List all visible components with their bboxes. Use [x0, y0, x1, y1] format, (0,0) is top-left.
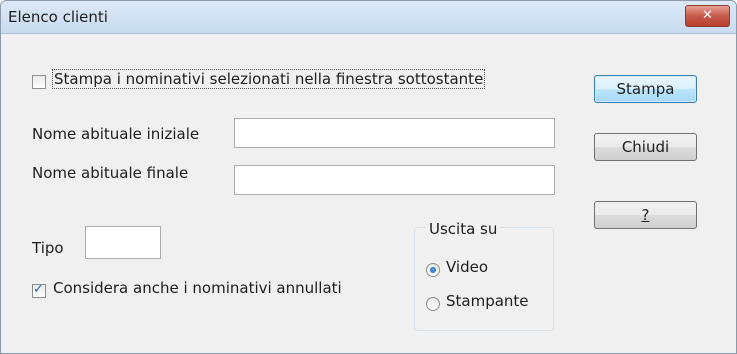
print-selected-checkbox[interactable] — [32, 75, 46, 89]
close-icon: ✕ — [702, 8, 713, 23]
close-button[interactable]: Chiudi — [594, 133, 697, 161]
window-title: Elenco clienti — [8, 8, 108, 26]
radio-printer-label[interactable]: Stampante — [446, 292, 529, 310]
type-label: Tipo — [32, 239, 64, 257]
type-input[interactable] — [85, 226, 161, 259]
print-selected-label-text: Stampa i nominativi selezionati nella fi… — [52, 69, 486, 89]
include-cancelled-checkbox[interactable] — [32, 282, 46, 298]
radio-video-label[interactable]: Video — [446, 258, 488, 276]
print-button[interactable]: Stampa — [594, 75, 697, 103]
radio-printer[interactable] — [426, 297, 440, 311]
output-groupbox — [414, 227, 554, 331]
start-name-input[interactable] — [234, 118, 555, 148]
output-legend: Uscita su — [426, 220, 501, 238]
radio-video[interactable] — [426, 263, 440, 277]
start-name-label: Nome abituale iniziale — [32, 125, 200, 143]
dialog-window: Elenco clienti ✕ Stampa i nominativi sel… — [0, 0, 737, 354]
help-button[interactable]: ? — [594, 201, 697, 229]
title-bar: Elenco clienti ✕ — [1, 1, 736, 34]
close-window-button[interactable]: ✕ — [685, 5, 730, 27]
end-name-input[interactable] — [234, 165, 555, 195]
dialog-content: Stampa i nominativi selezionati nella fi… — [1, 34, 736, 353]
include-cancelled-label[interactable]: Considera anche i nominativi annullati — [53, 279, 342, 297]
end-name-label: Nome abituale finale — [32, 164, 189, 182]
print-selected-label[interactable]: Stampa i nominativi selezionati nella fi… — [52, 69, 486, 89]
